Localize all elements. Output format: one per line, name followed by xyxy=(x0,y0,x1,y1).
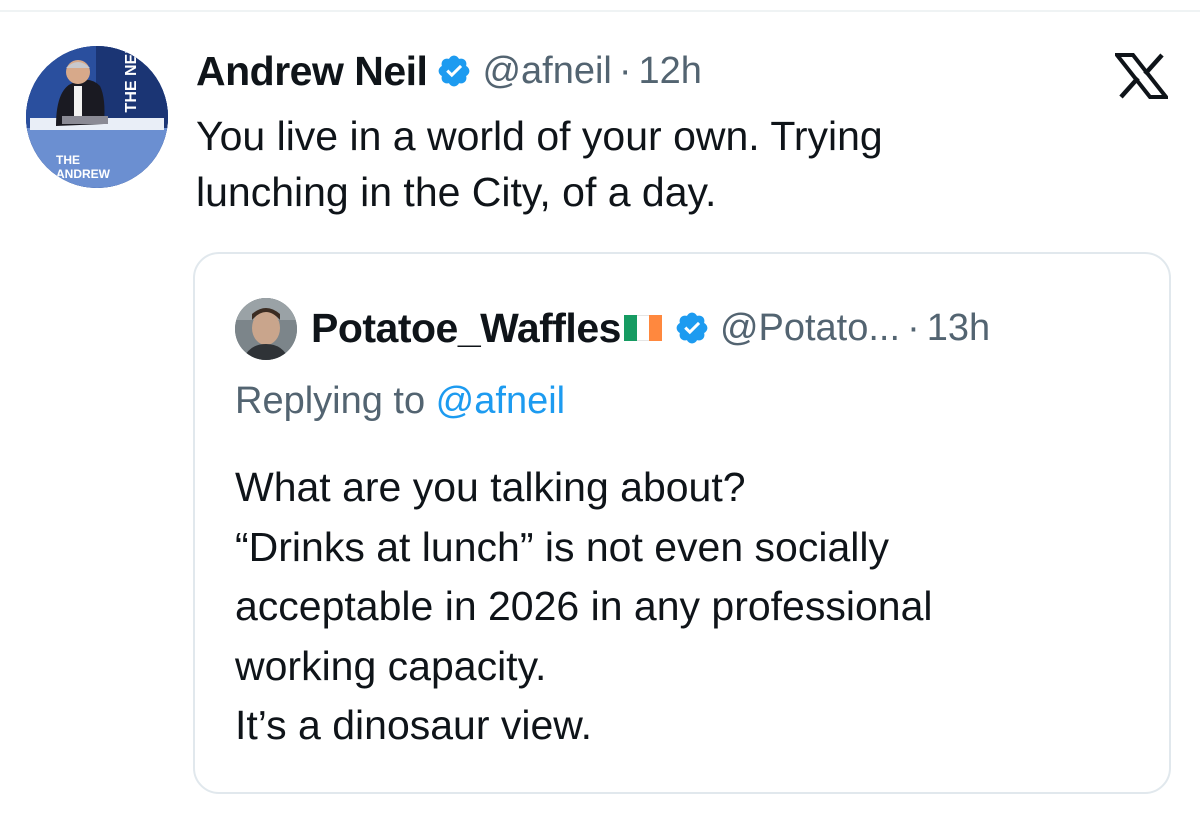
quoted-text-line: It’s a dinosaur view. xyxy=(235,702,593,748)
tweet-timestamp[interactable]: 12h xyxy=(639,50,702,93)
separator-dot: · xyxy=(618,49,632,92)
quoted-author-name[interactable]: Potatoe_Waffles xyxy=(311,305,621,352)
quoted-text-line: “Drinks at lunch” is not even socially xyxy=(235,523,889,570)
replying-to-mention[interactable]: @afneil xyxy=(436,380,565,422)
author-handle[interactable]: @afneil xyxy=(482,50,611,93)
tweet-text-line: lunching in the City, of a day. xyxy=(196,169,717,215)
replying-to-prefix: Replying to xyxy=(235,380,436,422)
avatar-banner-line2: ANDREW xyxy=(56,167,111,181)
quoted-text-line: What are you talking about? xyxy=(235,464,746,510)
verified-badge-icon xyxy=(674,310,710,346)
quoted-text-line: working capacity. xyxy=(235,642,547,689)
x-logo-icon[interactable] xyxy=(1112,53,1171,99)
avatar-top-banner-text: THE NEIL xyxy=(123,46,140,112)
replying-to-line: Replying to @afneil xyxy=(235,380,565,423)
quoted-text-line: acceptable in 2026 in any professional xyxy=(235,583,933,629)
tweet-header: Andrew Neil @afneil · 12h xyxy=(196,46,702,96)
tweet-text: You live in a world of your own. Trying … xyxy=(196,108,1126,220)
quoted-tweet-card[interactable]: Potatoe_Waffles @Potato... · 13h Replyin… xyxy=(193,252,1171,794)
quoted-author-handle[interactable]: @Potato... xyxy=(720,307,900,350)
verified-badge-icon xyxy=(436,53,472,89)
author-avatar[interactable]: THE NEIL THE ANDREW xyxy=(26,46,168,188)
top-divider xyxy=(0,10,1200,12)
quoted-avatar-image xyxy=(235,298,297,360)
ireland-flag-icon xyxy=(623,315,662,341)
quoted-author-avatar[interactable] xyxy=(235,298,297,360)
separator-dot: · xyxy=(907,306,920,349)
author-name[interactable]: Andrew Neil xyxy=(196,48,428,95)
quoted-tweet-text: What are you talking about? “Drinks at l… xyxy=(235,458,1155,756)
avatar-banner-line1: THE xyxy=(56,153,80,167)
avatar-image: THE NEIL THE ANDREW xyxy=(26,46,168,188)
tweet-text-line: You live in a world of your own. Trying xyxy=(196,113,883,159)
quoted-tweet-timestamp[interactable]: 13h xyxy=(927,307,990,350)
quoted-tweet-header: Potatoe_Waffles @Potato... · 13h xyxy=(311,300,990,356)
